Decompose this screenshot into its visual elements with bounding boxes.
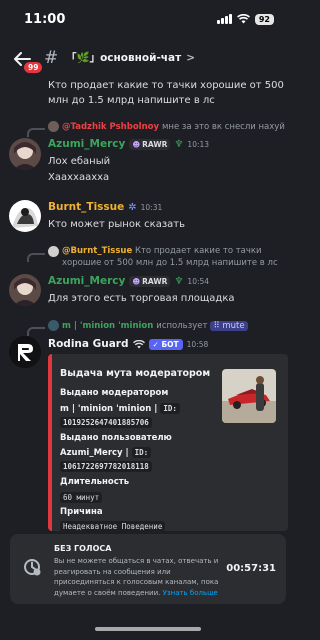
cat-icon: ✲ bbox=[128, 201, 137, 213]
field-value: 60 минут bbox=[60, 492, 103, 503]
rawr-tag: ☻ RAWR bbox=[129, 275, 171, 287]
reply-avatar bbox=[48, 121, 59, 132]
rawr-tag: ☻ RAWR bbox=[129, 138, 171, 150]
bot-avatar[interactable] bbox=[9, 336, 41, 368]
avatar[interactable] bbox=[9, 138, 41, 170]
status-bar: 11:00 92 bbox=[0, 0, 296, 38]
username[interactable]: Azumi_Mercy bbox=[48, 138, 125, 150]
field-value: Неадекватное Поведение bbox=[60, 521, 166, 532]
rodina-logo-icon bbox=[9, 336, 41, 368]
field-value: 1019252647401885706 bbox=[60, 417, 152, 428]
username[interactable]: Burnt_Tissue bbox=[48, 201, 124, 213]
status-icons: 92 bbox=[217, 13, 274, 25]
reply-username: @Tadzhik Pshbolnoy bbox=[62, 121, 160, 132]
channel-title[interactable]: 「🌿」основной-чат > bbox=[66, 50, 195, 65]
bot-tag: ✓ БОТ bbox=[148, 338, 183, 350]
field-value: m | 'minion 'minion | ID: bbox=[60, 403, 180, 414]
plant-icon: ♆ bbox=[174, 275, 184, 287]
command-user-avatar bbox=[48, 320, 59, 331]
message-header: Azumi_Mercy ☻ RAWR ♆ 10:13 bbox=[48, 138, 209, 150]
wifi-icon bbox=[236, 14, 250, 24]
reply-preview[interactable]: @Tadzhik Pshbolnoy мне за это вк снесли … bbox=[48, 121, 285, 132]
wifi-icon bbox=[132, 339, 145, 348]
message-text: Кто может рынок сказать bbox=[48, 219, 185, 230]
embed-thumbnail[interactable] bbox=[222, 369, 276, 423]
reply-preview[interactable]: @Burnt_Tissue Кто продает какие то тачки… bbox=[48, 245, 280, 269]
thumbnail-image bbox=[222, 369, 276, 423]
message-header: Burnt_Tissue ✲ 10:31 bbox=[48, 201, 162, 213]
message-text: Кто продает какие то тачки хорошие от 50… bbox=[48, 80, 284, 106]
reply-username: @Burnt_Tissue bbox=[62, 246, 133, 256]
command-chip[interactable]: ⠿ mute bbox=[210, 320, 248, 331]
mute-embed: Выдача мута модератором Выдано модератор… bbox=[48, 354, 288, 532]
hash-icon: # bbox=[44, 48, 59, 68]
command-verb: использует bbox=[156, 320, 208, 331]
field-label: Причина bbox=[60, 507, 103, 517]
avatar-image bbox=[9, 200, 41, 232]
timestamp: 10:58 bbox=[186, 339, 209, 349]
mute-title: БЕЗ ГОЛОСА bbox=[54, 544, 112, 553]
channel-name: 「🌿」основной-чат bbox=[66, 52, 182, 64]
embed-title: Выдача мута модератором bbox=[60, 368, 211, 379]
field-label: Выдано пользователю bbox=[60, 433, 172, 443]
command-user[interactable]: m | 'minion 'minion bbox=[62, 321, 153, 331]
status-time: 11:00 bbox=[24, 11, 66, 27]
timestamp: 10:13 bbox=[187, 139, 210, 149]
message-text: Для этого есть торговая площадка bbox=[48, 293, 235, 304]
avatar-image bbox=[9, 274, 41, 306]
username[interactable]: Azumi_Mercy bbox=[48, 275, 125, 287]
field-value: Azumi_Mercy | ID: bbox=[60, 447, 152, 458]
field-label: Выдано модератором bbox=[60, 388, 169, 398]
chevron-right-icon: > bbox=[186, 51, 195, 64]
message-header: Azumi_Mercy ☻ RAWR ♆ 10:54 bbox=[48, 275, 209, 287]
signal-icon bbox=[217, 14, 232, 24]
check-icon: ✓ bbox=[152, 339, 159, 349]
timestamp: 10:54 bbox=[187, 276, 210, 286]
slash-command-icon: ⠿ bbox=[213, 320, 220, 331]
field-value: 1061722697782018118 bbox=[60, 461, 152, 472]
avatar[interactable] bbox=[9, 200, 41, 232]
battery-indicator: 92 bbox=[254, 13, 274, 25]
unread-badge: 99 bbox=[22, 60, 45, 75]
avatar-image bbox=[9, 138, 41, 170]
field-label: Длительность bbox=[60, 477, 130, 487]
message-text: Хаахха͏ахха bbox=[48, 172, 110, 183]
timestamp: 10:31 bbox=[140, 202, 163, 212]
avatar[interactable] bbox=[9, 274, 41, 306]
cat-icon: ☻ bbox=[132, 139, 141, 149]
mute-description: Вы не можете общаться в чатах, отвечать … bbox=[54, 557, 219, 597]
bot-username[interactable]: Rodina Guard bbox=[48, 338, 129, 350]
plant-icon: ♆ bbox=[174, 138, 184, 150]
bot-message-header: Rodina Guard ✓ БОТ 10:58 bbox=[48, 338, 208, 350]
home-indicator[interactable] bbox=[95, 627, 201, 631]
mute-timer: 00:57:31 bbox=[226, 563, 276, 574]
mute-notice-card: БЕЗ ГОЛОСА Вы не можете общаться в чатах… bbox=[10, 534, 286, 604]
reply-avatar bbox=[48, 246, 59, 257]
timeout-icon bbox=[24, 559, 41, 576]
learn-more-link[interactable]: Узнать больше bbox=[163, 589, 218, 597]
command-usage: m | 'minion 'minion использует ⠿ mute bbox=[48, 320, 248, 331]
message-text: Лох ебаный bbox=[48, 156, 111, 167]
reply-text: мне за это вк снесли нахуй bbox=[162, 121, 285, 132]
cat-icon: ☻ bbox=[132, 276, 141, 286]
channel-header: 99 # 「🌿」основной-чат > bbox=[0, 38, 296, 78]
